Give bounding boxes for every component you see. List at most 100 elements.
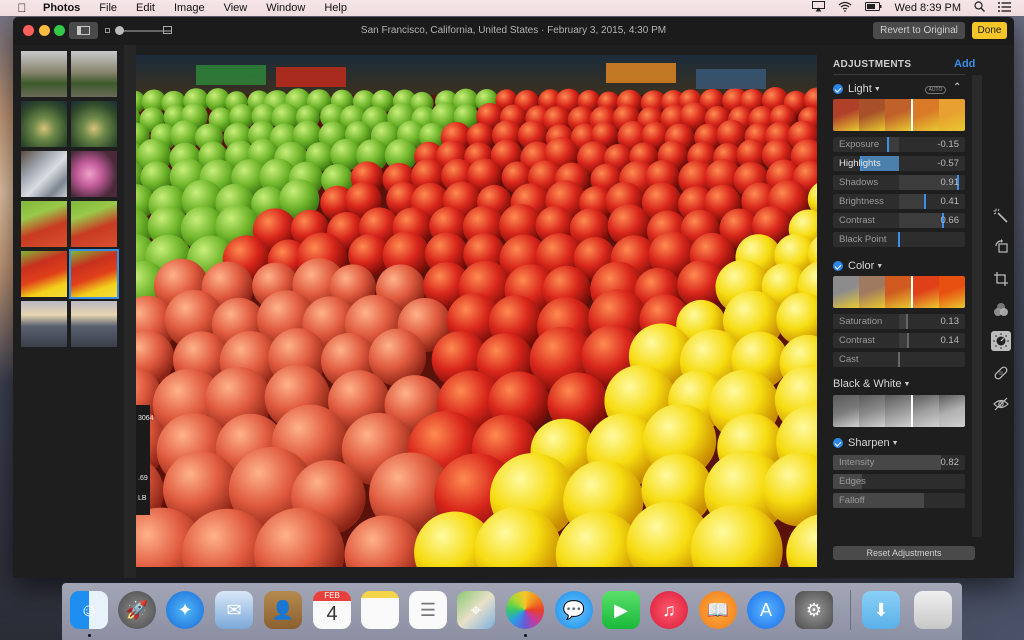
thumbnail-selected[interactable]: [69, 249, 119, 299]
slider-handle[interactable]: [907, 333, 909, 348]
slider-value: 0.66: [940, 215, 960, 226]
wifi-icon[interactable]: [838, 1, 852, 15]
airplay-icon[interactable]: [811, 1, 825, 15]
slider-intensity[interactable]: Intensity 0.82: [833, 455, 965, 470]
battery-icon[interactable]: [864, 2, 882, 14]
color-section-header[interactable]: Color ▼: [833, 260, 883, 272]
light-auto-button[interactable]: AUTO: [925, 86, 946, 94]
apple-menu-icon[interactable]: : [14, 1, 30, 15]
dock-notes[interactable]: [361, 591, 399, 629]
thumbnail[interactable]: [21, 251, 67, 297]
bw-preview-strip[interactable]: [833, 395, 965, 427]
thumbnail[interactable]: [71, 201, 117, 247]
sharpen-dropdown-caret-icon[interactable]: ▼: [892, 440, 899, 447]
slider-highlights[interactable]: Highlights -0.57: [833, 156, 965, 171]
thumbnail[interactable]: [71, 101, 117, 147]
menu-window[interactable]: Window: [266, 2, 305, 14]
dock-ibooks[interactable]: 📖: [699, 591, 737, 629]
light-enabled-checkbox[interactable]: [833, 84, 843, 94]
thumbnail[interactable]: [71, 301, 117, 347]
enhance-wand-icon[interactable]: [991, 206, 1011, 226]
light-preview-strip[interactable]: [833, 99, 965, 131]
dock-safari[interactable]: ✦: [166, 591, 204, 629]
slider-handle[interactable]: [887, 137, 889, 152]
menu-app-name[interactable]: Photos: [43, 2, 80, 14]
menu-clock[interactable]: Wed 8:39 PM: [895, 2, 961, 14]
slider-value: 0.82: [940, 457, 960, 468]
bw-dropdown-caret-icon[interactable]: ▼: [903, 381, 910, 388]
dock-launchpad[interactable]: 🚀: [118, 591, 156, 629]
adjust-icon[interactable]: [991, 331, 1011, 351]
dock-itunes[interactable]: ♫: [650, 591, 688, 629]
slider-handle[interactable]: [906, 314, 908, 329]
slider-handle[interactable]: [898, 352, 900, 367]
slider-handle[interactable]: [924, 194, 926, 209]
slider-falloff[interactable]: Falloff: [833, 493, 965, 508]
slider-label: Highlights: [839, 158, 881, 169]
slider-contrast[interactable]: Contrast 0.66: [833, 213, 965, 228]
slider-shadows[interactable]: Shadows 0.91: [833, 175, 965, 190]
thumbnail[interactable]: [21, 151, 67, 197]
adjustments-scrollbar[interactable]: [972, 75, 982, 537]
dock-contacts[interactable]: 👤: [264, 591, 302, 629]
slider-black-point[interactable]: Black Point: [833, 232, 965, 247]
thumbnail[interactable]: [21, 301, 67, 347]
slider-handle[interactable]: [898, 232, 900, 247]
dock-app-store[interactable]: A: [747, 591, 785, 629]
mail-icon: ✉: [226, 599, 242, 620]
color-enabled-checkbox[interactable]: [833, 261, 843, 271]
slider-cast[interactable]: Cast: [833, 352, 965, 367]
dock-messages[interactable]: 💬: [555, 591, 593, 629]
slider-label: Brightness: [839, 196, 884, 207]
dock-facetime[interactable]: ▶: [602, 591, 640, 629]
thumbnail-scrollbar[interactable]: [124, 45, 136, 578]
retouch-bandage-icon[interactable]: [991, 363, 1011, 383]
slider-contrast[interactable]: Contrast 0.14: [833, 333, 965, 348]
crop-icon[interactable]: [991, 269, 1011, 289]
notification-center-icon[interactable]: [998, 1, 1011, 15]
rotate-icon[interactable]: [991, 236, 1011, 256]
filters-icon[interactable]: [991, 300, 1011, 320]
thumbnail[interactable]: [71, 51, 117, 97]
collapse-chevron-icon[interactable]: ⌃: [953, 82, 961, 93]
menu-view[interactable]: View: [224, 2, 248, 14]
title-bar: San Francisco, California, United States…: [13, 17, 1014, 45]
dock-system-preferences[interactable]: ⚙: [795, 591, 833, 629]
color-preview-strip[interactable]: [833, 276, 965, 308]
bw-section-header[interactable]: Black & White ▼: [833, 378, 910, 390]
sharpen-section-header[interactable]: Sharpen ▼: [833, 437, 899, 449]
reset-adjustments-button[interactable]: Reset Adjustments: [833, 546, 975, 560]
revert-to-original-button[interactable]: Revert to Original: [873, 22, 965, 39]
red-eye-icon[interactable]: [991, 394, 1011, 414]
color-dropdown-caret-icon[interactable]: ▼: [876, 263, 883, 270]
main-photo[interactable]: 3064 .69 LB: [136, 55, 817, 567]
spotlight-search-icon[interactable]: [974, 1, 985, 15]
thumbnail[interactable]: [21, 51, 67, 97]
slider-brightness[interactable]: Brightness 0.41: [833, 194, 965, 209]
done-button[interactable]: Done: [972, 22, 1007, 39]
dock-photos[interactable]: [506, 591, 544, 629]
add-adjustment-button[interactable]: Add: [954, 58, 975, 70]
menu-edit[interactable]: Edit: [136, 2, 155, 14]
slider-label: Saturation: [839, 316, 883, 327]
dock-finder[interactable]: ☺: [70, 591, 108, 629]
slider-edges[interactable]: Edges: [833, 474, 965, 489]
light-section-header[interactable]: Light ▼: [833, 83, 881, 95]
slider-exposure[interactable]: Exposure -0.15: [833, 137, 965, 152]
menu-file[interactable]: File: [99, 2, 117, 14]
dock-calendar[interactable]: FEB 4: [313, 591, 351, 629]
thumbnail[interactable]: [21, 201, 67, 247]
menu-help[interactable]: Help: [324, 2, 347, 14]
dock-reminders[interactable]: ☰: [409, 591, 447, 629]
slider-saturation[interactable]: Saturation 0.13: [833, 314, 965, 329]
dock-maps[interactable]: ⌖: [457, 591, 495, 629]
dock-downloads[interactable]: ⬇: [862, 591, 900, 629]
sharpen-enabled-checkbox[interactable]: [833, 438, 843, 448]
light-dropdown-caret-icon[interactable]: ▼: [874, 86, 881, 93]
menu-image[interactable]: Image: [174, 2, 205, 14]
price-tag-text: .69: [138, 475, 148, 482]
thumbnail[interactable]: [71, 151, 117, 197]
thumbnail[interactable]: [21, 101, 67, 147]
dock-mail[interactable]: ✉: [215, 591, 253, 629]
dock-trash[interactable]: [914, 591, 952, 629]
